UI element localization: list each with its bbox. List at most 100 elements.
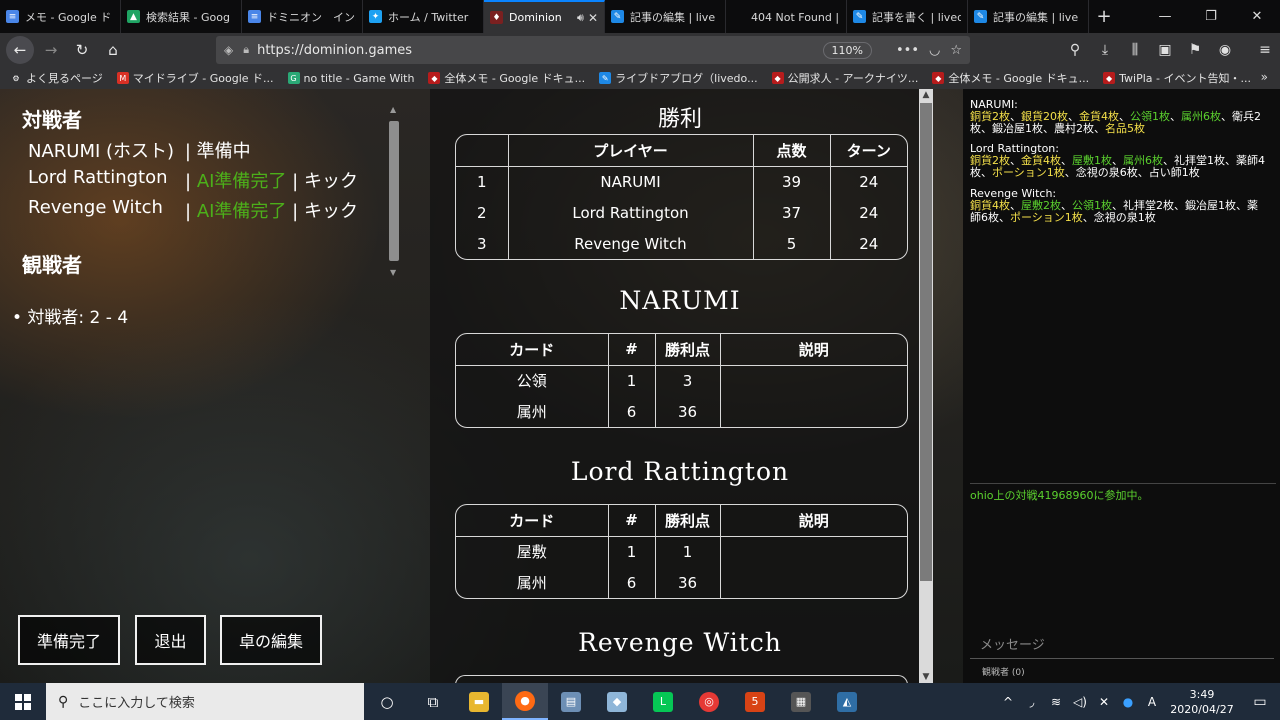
bookmark-item[interactable]: ◆ 公開求人 - アークナイツ... [771, 70, 918, 86]
close-tab-icon[interactable]: ✕ [588, 11, 598, 25]
file-explorer-icon[interactable]: ▬ [456, 683, 502, 720]
image-viewer-icon[interactable]: ◭ [824, 683, 870, 720]
app-icon[interactable]: ◎ [686, 683, 732, 720]
wifi-icon[interactable]: ≋ [1044, 695, 1068, 709]
bookmarks-bar: ⚙ よく見るページ M マイドライブ - Google ド... Gno title -… [0, 67, 1280, 89]
bookmark-favicon-icon: ◆ [428, 72, 441, 84]
ready-button[interactable]: 準備完了 [18, 615, 120, 665]
taskbar-search[interactable]: ⚲ ここに入力して検索 [46, 683, 364, 720]
lobby-scrollbar[interactable]: ▲ ▼ [387, 105, 401, 277]
more-actions-icon[interactable]: ••• [896, 43, 919, 58]
windows-start-icon[interactable] [0, 683, 46, 720]
leave-button[interactable]: 退出 [135, 615, 206, 665]
scroll-up-icon[interactable]: ▲ [390, 105, 396, 114]
zoom-level[interactable]: 110% [822, 41, 872, 59]
browser-tab[interactable]: ▲ 検索結果 - Goog [121, 0, 242, 33]
column-header: 勝利点 [655, 334, 721, 366]
bookmark-item[interactable]: M マイドライブ - Google ド... [116, 70, 274, 86]
tab-favicon-icon [732, 10, 745, 23]
bookmark-star-icon[interactable]: ☆ [950, 43, 962, 58]
player-status: AI準備完了 [196, 171, 287, 192]
bookmark-item[interactable]: ◆ 全体メモ - Google ドキュ... [428, 70, 585, 86]
bookmark-item[interactable]: ◆ 全体メモ - Google ドキュ... [932, 70, 1089, 86]
url-text[interactable]: https://dominion.games [257, 43, 822, 58]
bookmark-item[interactable]: Gno title - Game With [287, 70, 414, 86]
calculator-icon[interactable]: ▦ [778, 683, 824, 720]
table-cell: 36 [655, 567, 721, 598]
download-icon[interactable]: ⤓ [1090, 42, 1120, 58]
bookmark-item[interactable]: ⚙ よく見るページ [10, 70, 103, 86]
close-tray-icon[interactable]: ✕ [1092, 695, 1116, 709]
speaker-icon[interactable]: 🔊︎ [577, 11, 584, 25]
browser-tab[interactable]: ✎ 記事を書く | lived [847, 0, 968, 33]
scroll-up-icon[interactable]: ▲ [919, 90, 933, 100]
scroll-down-icon[interactable]: ▼ [390, 268, 396, 277]
close-window-button[interactable]: ✕ [1234, 0, 1280, 33]
search-icon[interactable]: ⚲ [1060, 42, 1090, 58]
reload-button[interactable]: ↻ [68, 36, 96, 64]
browser-tab[interactable]: 404 Not Found | この [726, 0, 847, 33]
lobby-panel: 対戦者 NARUMI (ホスト) | 準備中 Lord Rattington |… [0, 89, 420, 683]
account-icon[interactable]: ◉ [1210, 42, 1240, 58]
separator: | [185, 171, 192, 192]
table-cell [720, 567, 907, 598]
firefox-icon[interactable]: ● [502, 683, 548, 720]
minimize-button[interactable]: — [1142, 0, 1188, 33]
column-header: 点数 [753, 135, 831, 167]
home-button[interactable]: ⌂ [99, 36, 127, 64]
browser-tab[interactable]: ✎ 記事の編集 | live [605, 0, 726, 33]
browser-tab[interactable]: ♦ Dominion 🔊︎ ✕ [484, 0, 605, 33]
bookmark-label: ライブドアブログ（livedo... [615, 72, 758, 85]
sidebar-icon[interactable]: ▣ [1150, 42, 1180, 58]
scroll-down-icon[interactable]: ▼ [919, 672, 933, 682]
clock[interactable]: 3:49 2020/04/27 [1164, 687, 1240, 717]
volume-icon[interactable]: ◁) [1068, 695, 1092, 709]
task-view-icon[interactable]: ⧉ [410, 683, 456, 720]
new-tab-button[interactable]: + [1089, 0, 1119, 33]
edit-table-button[interactable]: 卓の編集 [220, 615, 322, 665]
photos-icon[interactable]: ▤ [548, 683, 594, 720]
bookmark-label: よく見るページ [26, 72, 103, 85]
browser-nav-bar: ← → ↻ ⌂ ◈ 🔒︎ https://dominion.games 110%… [0, 33, 1280, 67]
shield-icon[interactable]: ◈ [224, 43, 233, 57]
url-bar[interactable]: ◈ 🔒︎ https://dominion.games 110% ••• ◡ ☆ [216, 36, 970, 64]
extension-icon[interactable]: ⚑ [1180, 42, 1210, 58]
cortana-icon[interactable]: ○ [364, 683, 410, 720]
browser-tab[interactable]: ✦ ホーム / Twitter [363, 0, 484, 33]
table-row: 属州 6 36 [456, 567, 907, 598]
bookmark-item[interactable]: ◆ TwiPla - イベント告知・... [1103, 70, 1251, 86]
maximize-button[interactable]: ❐ [1188, 0, 1234, 33]
kick-link[interactable]: | キック [292, 201, 358, 222]
lock-icon[interactable]: 🔒︎ [243, 43, 249, 57]
notification-icon[interactable]: ▭ [1240, 694, 1280, 710]
browser-tab[interactable]: ≡ メモ - Google ド [0, 0, 121, 33]
line-icon[interactable]: L [640, 683, 686, 720]
notes-icon[interactable]: ◆ [594, 683, 640, 720]
tab-favicon-icon: ✎ [974, 10, 987, 23]
ime-icon[interactable]: A [1140, 695, 1164, 709]
bookmark-item[interactable]: ✎ ライブドアブログ（livedo... [599, 70, 758, 86]
player-section-title: Revenge Witch [578, 628, 782, 657]
log-card-list: 銅貨2枚、銀貨20枚、金貨4枚、公領1枚、属州6枚、衛兵2枚、鍛冶屋1枚、農村2… [970, 111, 1266, 135]
tab-favicon-icon: ≡ [248, 10, 261, 23]
log-card-list: 銅貨2枚、金貨4枚、屋敷1枚、属州6枚、礼拝堂1枚、薬師4枚、ポーション1枚、念… [970, 155, 1266, 179]
library-icon[interactable]: ⫼ [1120, 42, 1150, 58]
chevron-up-icon[interactable]: ^ [996, 695, 1020, 709]
bookmark-favicon-icon: ◆ [932, 72, 945, 84]
browser-tab[interactable]: ✎ 記事の編集 | live [968, 0, 1089, 33]
network-icon[interactable]: ◞ [1020, 695, 1044, 709]
kick-link[interactable]: | キック [292, 171, 358, 192]
results-scrollbar[interactable]: ▲ ▼ [919, 89, 933, 683]
html-editor-icon[interactable]: 5 [732, 683, 778, 720]
forward-button[interactable]: → [37, 36, 65, 64]
chevron-right-icon[interactable]: » [1261, 70, 1268, 84]
tab-label: Dominion [509, 11, 562, 24]
back-button[interactable]: ← [6, 36, 34, 64]
screen: ≡ メモ - Google ド ▲ 検索結果 - Goog ≡ ドミニオン インス ✦ ホーム… [0, 0, 1280, 720]
browser-tab[interactable]: ≡ ドミニオン インス [242, 0, 363, 33]
edge-icon[interactable]: ● [1116, 695, 1140, 709]
pocket-icon[interactable]: ◡ [929, 43, 940, 58]
chat-input[interactable] [970, 633, 1274, 659]
table-cell [720, 365, 907, 396]
menu-icon[interactable]: ≡ [1250, 42, 1280, 58]
